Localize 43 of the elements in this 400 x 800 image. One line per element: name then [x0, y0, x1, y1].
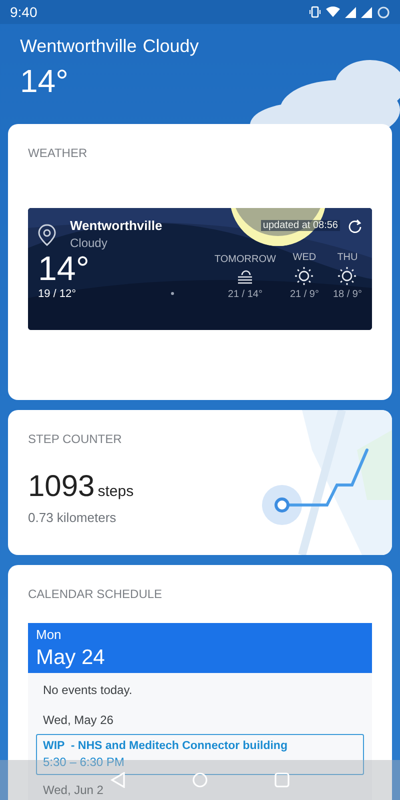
temperature-range: 21 / 9°	[290, 289, 319, 300]
card-title: STEP COUNTER	[28, 431, 122, 446]
sun-icon	[295, 267, 314, 285]
signal-icon	[361, 6, 372, 18]
signal-icon	[345, 6, 356, 18]
step-unit: steps	[98, 483, 134, 500]
card-title: CALENDAR SCHEDULE	[28, 586, 162, 601]
weather-condition: Cloudy	[70, 236, 108, 250]
day-label: Wed, May 26	[43, 713, 114, 727]
back-icon[interactable]	[110, 772, 126, 788]
vibrate-icon	[309, 6, 321, 18]
event-item[interactable]: WIP - NHS and Meditech Connector building 5:30 – 6:30 PM	[36, 734, 364, 775]
battery-icon	[377, 6, 390, 18]
sun-icon	[338, 267, 356, 285]
refresh-icon[interactable]	[348, 219, 362, 233]
wifi-icon	[326, 6, 340, 18]
home-icon[interactable]	[192, 772, 208, 788]
location-name: Wentworthville	[20, 36, 137, 57]
location-pin-icon	[38, 224, 56, 246]
temperature: 14°	[38, 250, 90, 288]
location-name: Wentworthville	[70, 218, 164, 233]
temperature-range: 18 / 9°	[332, 289, 362, 300]
day-label: Wed, Jun 2	[43, 783, 104, 797]
updated-time: updated at 08:56	[260, 220, 340, 231]
event-title: WIP - NHS and Meditech Connector building	[43, 740, 288, 752]
page-dot	[171, 292, 174, 295]
distance-text: 0.73 kilometers	[28, 510, 116, 525]
forecast-day: THU	[337, 252, 358, 263]
clock-time: 9:40	[10, 4, 38, 20]
forecast-day: TOMORROW	[214, 254, 276, 265]
card-title: WEATHER	[28, 145, 88, 160]
recents-icon[interactable]	[274, 772, 290, 788]
temperature-range: 19 / 12°	[38, 288, 78, 300]
temperature-range: 21 / 14°	[228, 289, 262, 300]
weekday-label: Mon	[36, 627, 62, 643]
temperature: 14°	[20, 63, 68, 100]
event-time: 5:30 – 6:30 PM	[43, 755, 126, 769]
date-label: May 24	[36, 645, 106, 671]
step-count: 1093	[28, 470, 95, 504]
fog-icon	[236, 269, 254, 285]
weather-condition: Cloudy	[142, 36, 199, 57]
forecast-day: WED	[292, 252, 316, 263]
empty-message: No events today.	[43, 683, 132, 697]
